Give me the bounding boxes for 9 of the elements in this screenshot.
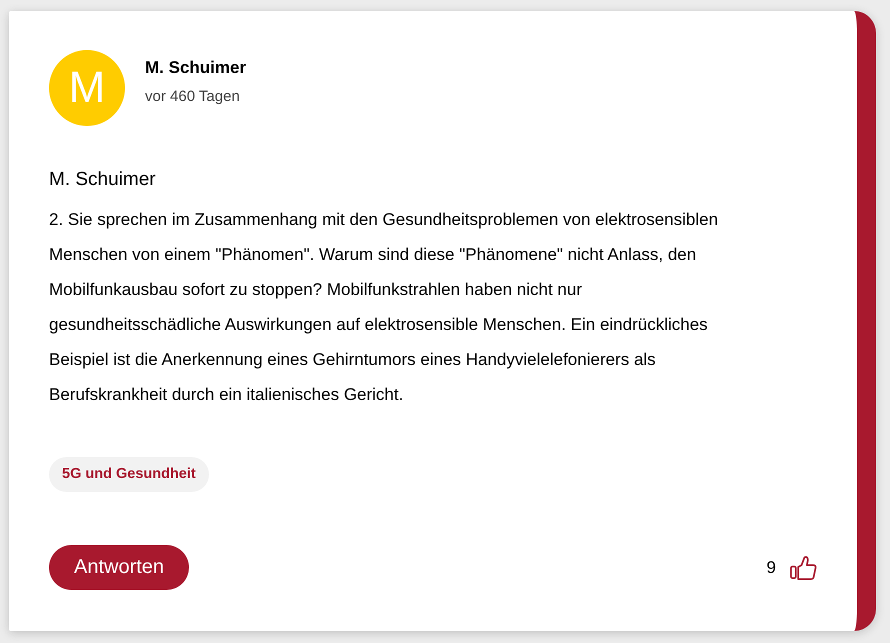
post-body: 2. Sie sprechen im Zusammenhang mit den Gesundheitsproblemen von elektrosensiblen Menschen von einem "Phänomen". Warum sind diese "Phänomene" nicht Anlass, den Mobilfunkausbau sofort zu stoppen? Mobilfunkstrahlen haben nicht nur gesundheitsschädliche Auswirkungen auf elektrosensible Menschen. Ein eindrückliches Beispiel ist die Anerkennung eines Gehirntumors eines Handyvielelefonierers als Berufskrankheit durch ein italienisches Gericht. — [49, 209, 720, 406]
post-time: vor 460 Tagen — [145, 87, 241, 107]
thumbs-up-icon[interactable] — [790, 554, 817, 580]
post-title: M. Schuimer — [49, 168, 157, 192]
reply-button[interactable]: Antworten — [49, 545, 190, 590]
topic-tag[interactable]: 5G und Gesundheit — [49, 457, 209, 492]
avatar: M — [49, 50, 125, 126]
author-name: M. Schuimer — [145, 57, 246, 79]
like-count: 9 — [766, 558, 776, 578]
